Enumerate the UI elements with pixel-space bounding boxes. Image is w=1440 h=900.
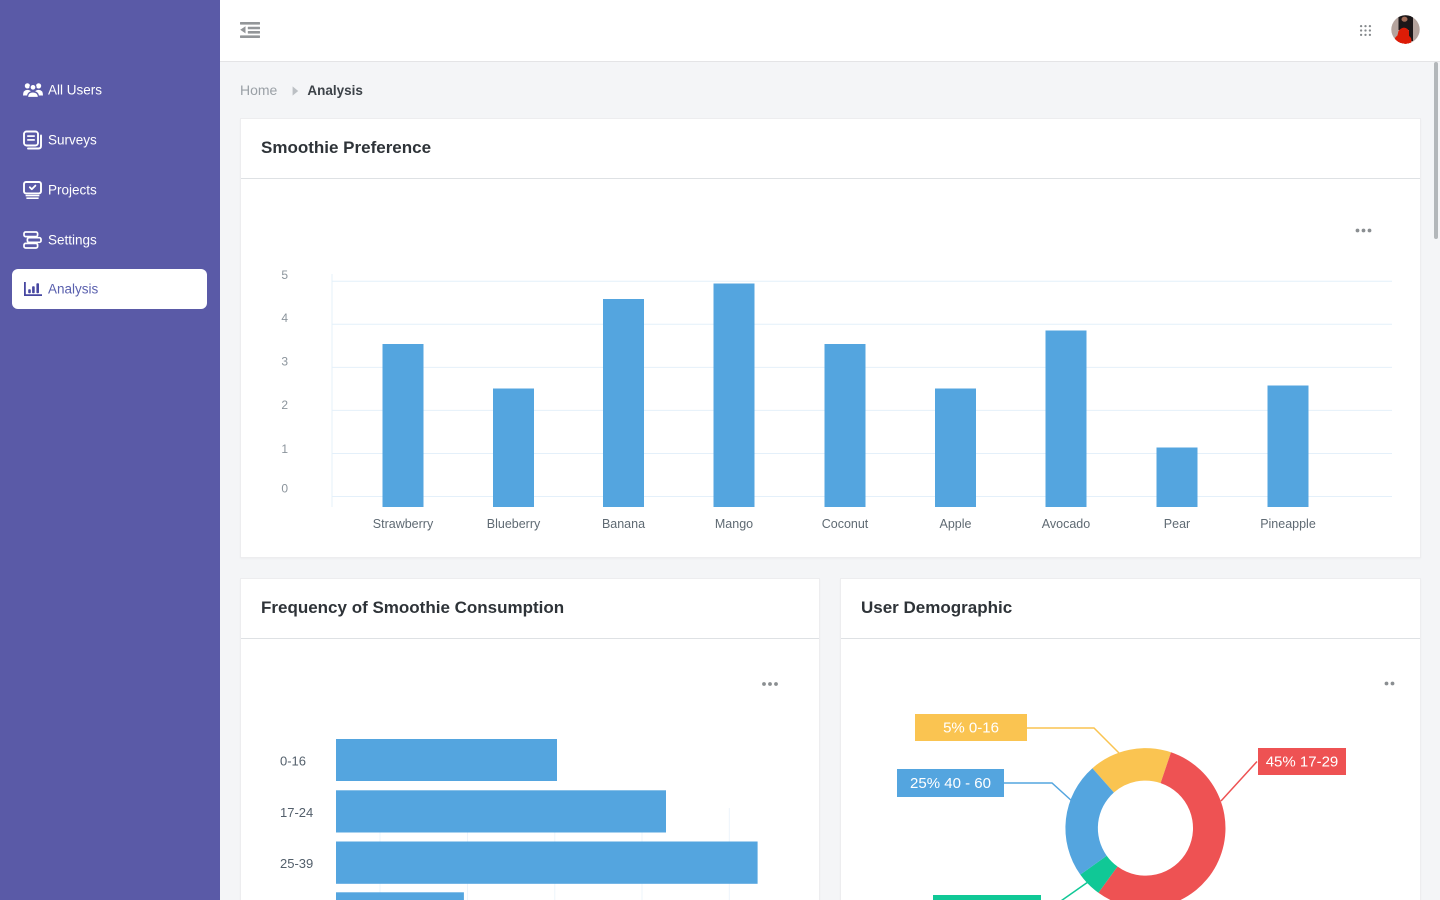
svg-text:Apple: Apple [940, 517, 972, 531]
svg-text:Avocado: Avocado [1042, 517, 1090, 531]
svg-text:5% 0-16: 5% 0-16 [943, 720, 999, 737]
svg-text:Pear: Pear [1164, 517, 1190, 531]
svg-text:0-16: 0-16 [280, 754, 306, 769]
svg-text:17-24: 17-24 [280, 805, 313, 820]
svg-text:Blueberry: Blueberry [487, 517, 541, 531]
svg-text:1: 1 [281, 442, 288, 456]
svg-text:25-39: 25-39 [280, 856, 313, 871]
svg-text:Pineapple: Pineapple [1260, 517, 1316, 531]
svg-text:25% 40 - 60: 25% 40 - 60 [910, 775, 991, 792]
svg-text:0: 0 [281, 481, 288, 495]
svg-text:3: 3 [281, 354, 288, 368]
svg-text:Coconut: Coconut [822, 517, 869, 531]
svg-text:5: 5 [281, 268, 288, 282]
svg-text:Strawberry: Strawberry [373, 517, 434, 531]
svg-text:2: 2 [281, 398, 288, 412]
svg-text:4: 4 [281, 311, 288, 325]
svg-text:Banana: Banana [602, 517, 645, 531]
svg-text:Mango: Mango [715, 517, 753, 531]
svg-text:45% 17-29: 45% 17-29 [1266, 754, 1339, 771]
